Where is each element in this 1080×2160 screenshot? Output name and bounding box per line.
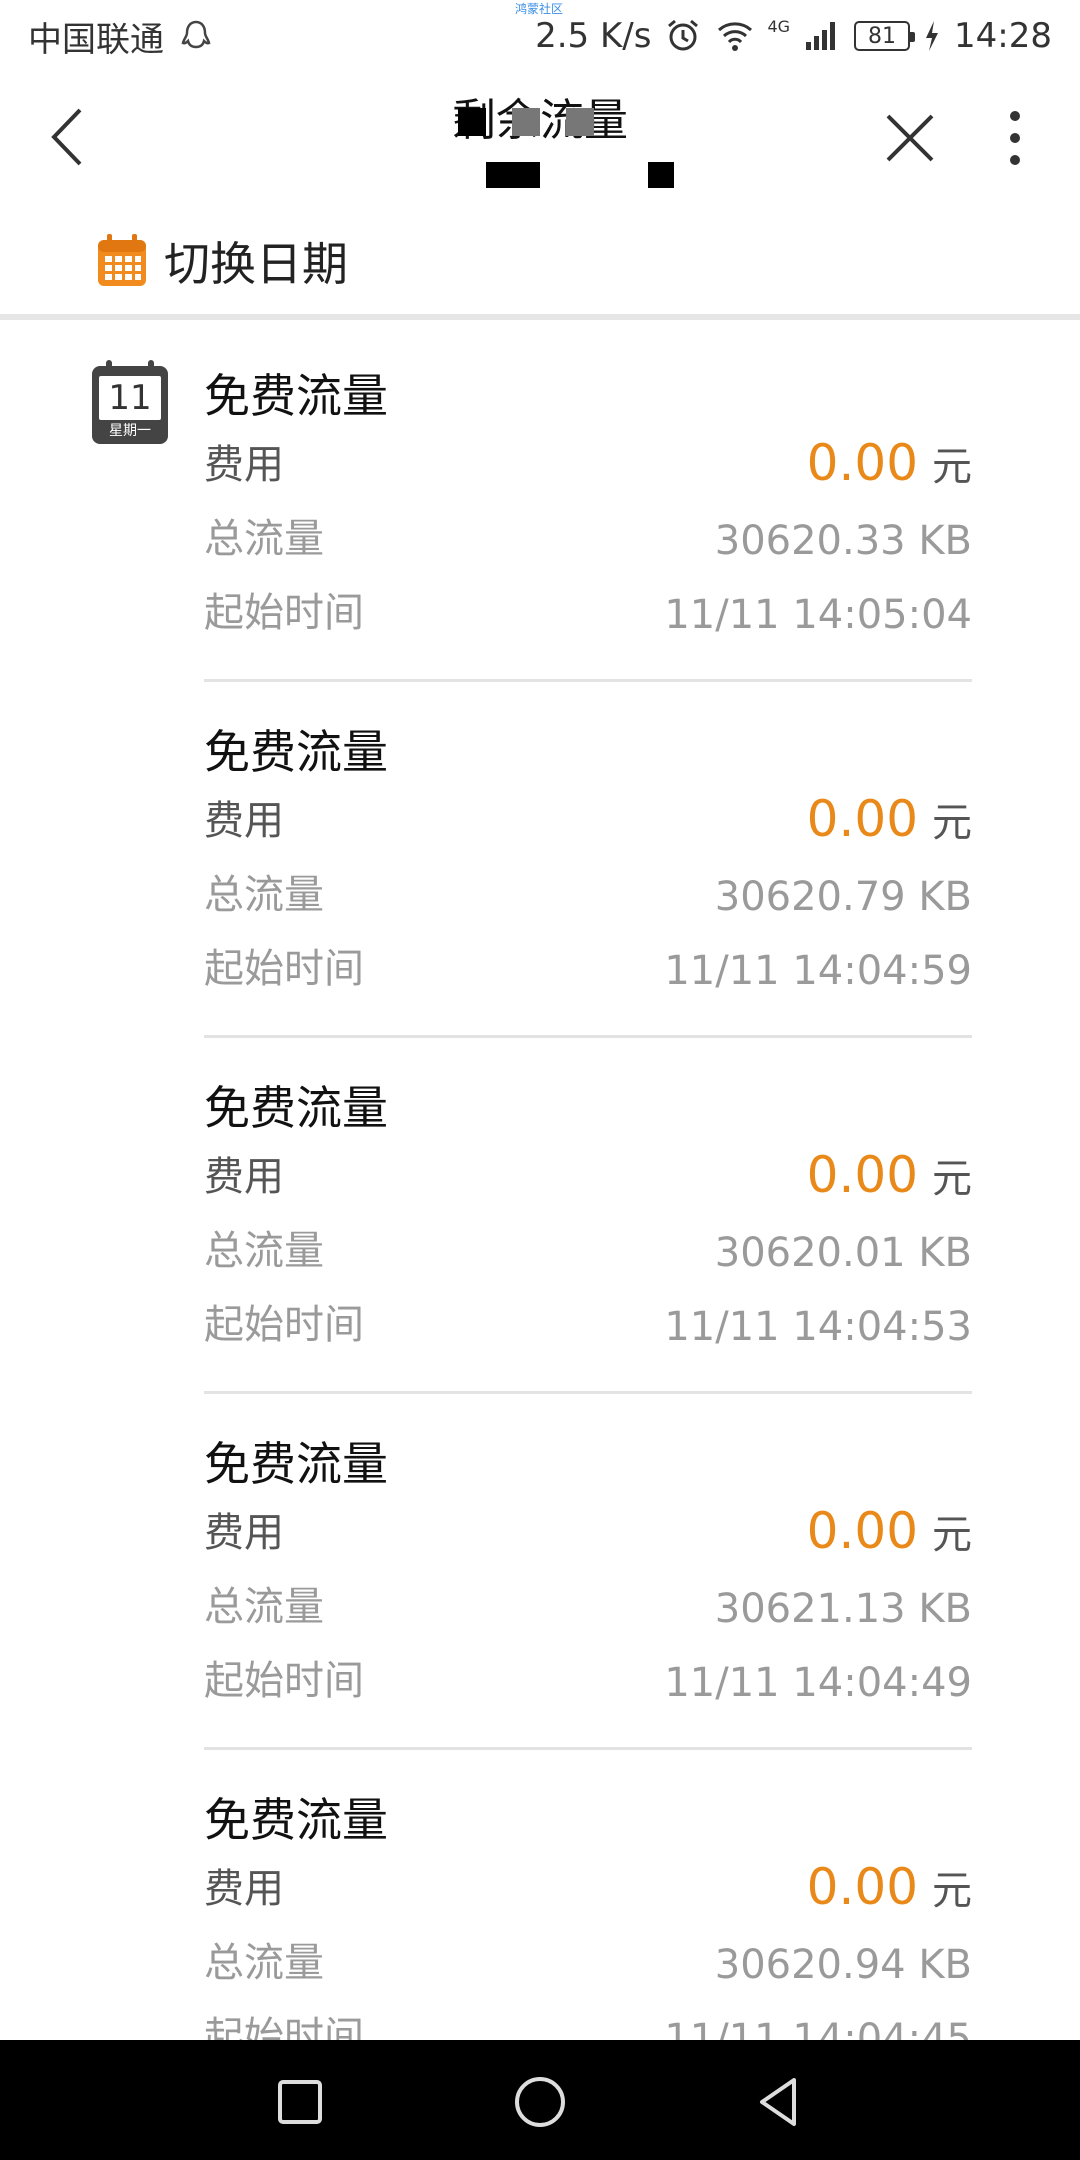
- start-time-row: 起始时间 11/11 14:04:45: [204, 2008, 972, 2040]
- start-time-label: 起始时间: [204, 590, 364, 636]
- total-row: 总流量 30620.01 KB: [204, 1222, 972, 1282]
- total-label: 总流量: [204, 1940, 324, 1986]
- start-time-value: 11/11 14:04:45: [664, 2016, 972, 2040]
- battery-indicator: 81: [854, 21, 916, 51]
- fee-row: 费用 0.00 元: [204, 1146, 972, 1208]
- redaction-block: [648, 162, 674, 188]
- date-switch-label: 切换日期: [164, 237, 348, 291]
- total-label: 总流量: [204, 516, 324, 562]
- start-time-label: 起始时间: [204, 946, 364, 992]
- date-switch-button[interactable]: 切换日期: [0, 208, 1080, 320]
- fee-row: 费用 0.00 元: [204, 790, 972, 852]
- signal-icon: [806, 22, 836, 50]
- record-title: 免费流量: [204, 1437, 388, 1491]
- traffic-record[interactable]: 免费流量费用 0.00 元总流量 30620.79 KB 起始时间 11/11 14:04…: [204, 682, 972, 1038]
- fee-value: 0.00: [806, 1146, 918, 1204]
- clock: 14:28: [954, 16, 1052, 56]
- network-type: 4G: [767, 16, 791, 36]
- fee-label: 费用: [204, 1866, 284, 1912]
- start-time-row: 起始时间 11/11 14:04:49: [204, 1652, 972, 1712]
- traffic-record[interactable]: 免费流量费用 0.00 元总流量 30620.33 KB 起始时间 11/11 14:05…: [204, 326, 972, 682]
- watermark-text: 鸿蒙社区: [515, 2, 564, 16]
- total-value: 30621.13 KB: [714, 1586, 972, 1632]
- total-row: 总流量 30620.94 KB: [204, 1934, 972, 1994]
- record-title: 免费流量: [204, 1081, 388, 1135]
- fee-row: 费用 0.00 元: [204, 434, 972, 496]
- record-title: 免费流量: [204, 369, 388, 423]
- redaction-block: [566, 108, 594, 136]
- start-time-label: 起始时间: [204, 1302, 364, 1348]
- wifi-icon: [718, 22, 753, 51]
- total-row: 总流量 30621.13 KB: [204, 1578, 972, 1638]
- day-calendar-badge: 11 星期一: [92, 360, 168, 444]
- total-label: 总流量: [204, 872, 324, 918]
- total-value: 30620.01 KB: [714, 1230, 972, 1276]
- start-time-row: 起始时间 11/11 14:04:59: [204, 940, 972, 1000]
- total-row: 总流量 30620.33 KB: [204, 510, 972, 570]
- record-title: 免费流量: [204, 725, 388, 779]
- fee-unit: 元: [932, 1868, 972, 1914]
- redaction-block: [512, 108, 540, 136]
- start-time-label: 起始时间: [204, 2014, 364, 2040]
- fee-label: 费用: [204, 1154, 284, 1200]
- start-time-value: 11/11 14:04:49: [664, 1660, 972, 1706]
- fee-row: 费用 0.00 元: [204, 1858, 972, 1920]
- close-icon[interactable]: [880, 102, 940, 172]
- fee-label: 费用: [204, 442, 284, 488]
- fee-value: 0.00: [806, 1502, 918, 1560]
- home-icon[interactable]: [508, 2070, 572, 2134]
- badge-day: 11: [99, 376, 161, 420]
- charging-icon: [926, 21, 939, 51]
- fee-value: 0.00: [806, 1858, 918, 1916]
- traffic-record-list[interactable]: 11 星期一 免费流量 费用 0.00 元总流量 30620.33 KB 起始时间 11/1…: [0, 326, 1080, 2040]
- fee-label: 费用: [204, 1510, 284, 1556]
- nav-bar: 剩余流量: [0, 72, 1080, 202]
- alarm-icon: [668, 19, 699, 51]
- total-label: 总流量: [204, 1584, 324, 1630]
- total-value: 30620.94 KB: [714, 1942, 972, 1988]
- recent-apps-icon[interactable]: [268, 2070, 332, 2134]
- total-value: 30620.33 KB: [714, 518, 972, 564]
- redaction-block: [458, 108, 486, 136]
- fee-unit: 元: [932, 1512, 972, 1558]
- traffic-record[interactable]: 免费流量费用 0.00 元总流量 30620.01 KB 起始时间 11/11 14:04…: [204, 1038, 972, 1394]
- back-nav-icon[interactable]: [748, 2070, 812, 2134]
- badge-ring: [106, 360, 112, 374]
- total-row: 总流量 30620.79 KB: [204, 866, 972, 926]
- start-time-row: 起始时间 11/11 14:04:53: [204, 1296, 972, 1356]
- start-time-value: 11/11 14:04:59: [664, 948, 972, 994]
- total-value: 30620.79 KB: [714, 874, 972, 920]
- badge-ring: [148, 360, 154, 374]
- start-time-row: 起始时间 11/11 14:05:04: [204, 584, 972, 644]
- status-right: 2.5 K/s 4G 81 14:28: [535, 16, 1052, 56]
- start-time-label: 起始时间: [204, 1658, 364, 1704]
- fee-unit: 元: [932, 444, 972, 490]
- fee-unit: 元: [932, 800, 972, 846]
- badge-weekday: 星期一: [109, 423, 151, 439]
- start-time-value: 11/11 14:04:53: [664, 1304, 972, 1350]
- start-time-value: 11/11 14:05:04: [664, 592, 972, 638]
- fee-value: 0.00: [806, 790, 918, 848]
- fee-row: 费用 0.00 元: [204, 1502, 972, 1564]
- network-speed: 2.5 K/s: [535, 16, 652, 56]
- record-title: 免费流量: [204, 1793, 388, 1847]
- more-options-icon[interactable]: [990, 102, 1040, 172]
- status-bar: 中国联通 鸿蒙社区 2.5 K/s 4G 81 14:28: [0, 0, 1080, 72]
- status-left: 中国联通: [28, 12, 216, 61]
- carrier-name: 中国联通: [28, 19, 164, 60]
- redaction-block: [486, 162, 540, 188]
- traffic-record[interactable]: 免费流量费用 0.00 元总流量 30620.94 KB 起始时间 11/11 14:04…: [204, 1750, 972, 2040]
- qq-icon: [181, 20, 211, 49]
- system-navigation-bar: [0, 2040, 1080, 2160]
- traffic-record[interactable]: 免费流量费用 0.00 元总流量 30621.13 KB 起始时间 11/11 14:04…: [204, 1394, 972, 1750]
- total-label: 总流量: [204, 1228, 324, 1274]
- calendar-icon: [98, 234, 146, 286]
- fee-value: 0.00: [806, 434, 918, 492]
- fee-unit: 元: [932, 1156, 972, 1202]
- fee-label: 费用: [204, 798, 284, 844]
